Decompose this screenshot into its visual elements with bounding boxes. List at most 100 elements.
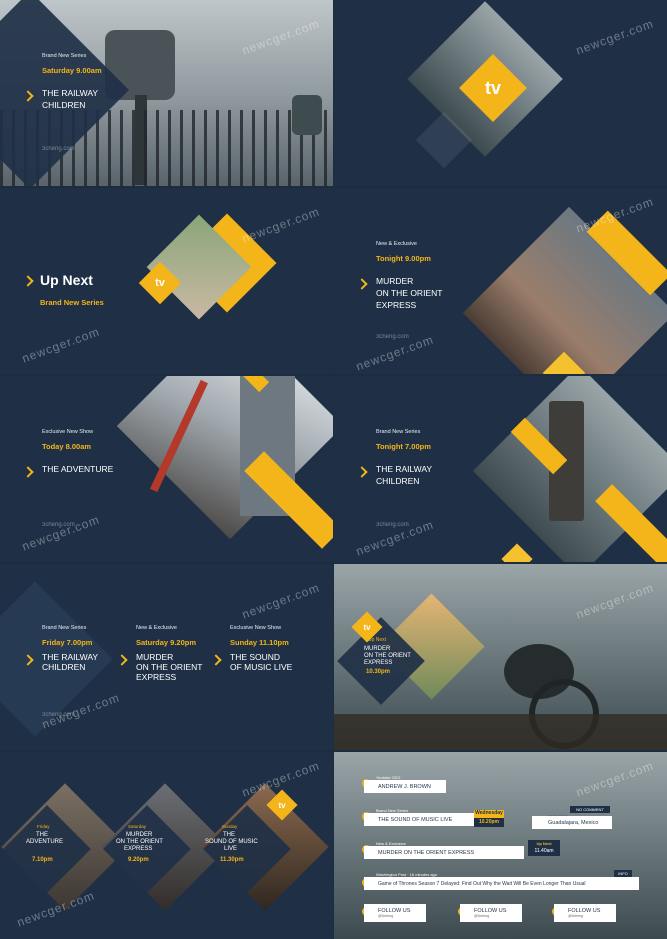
tv-logo: tv	[459, 54, 527, 122]
col3-line2: SOUND OF MUSIC	[205, 839, 258, 845]
label: New & Exclusive	[376, 241, 417, 247]
row2-bar: THE SOUND OF MUSIC LIVE	[364, 813, 476, 826]
airtime: Today 8.00am	[42, 442, 92, 451]
logo-text: tv	[484, 77, 501, 98]
follow-handle: @3cheng	[568, 914, 584, 918]
tv-logo: tv	[138, 261, 182, 305]
col2-line1: MURDER	[126, 832, 153, 838]
row4-bar: Game of Thrones Season 7 Delayed: Find O…	[364, 877, 639, 890]
watermark: newcger.com	[240, 16, 322, 58]
row2-place-bar: Guadalajara, Mexico	[532, 816, 612, 829]
airtime: 10.30pm	[366, 669, 391, 675]
ground	[334, 714, 667, 750]
show-title-line1: THE RAILWAY	[376, 464, 433, 474]
row4-info-badge: INFO	[614, 870, 632, 877]
show-title-line1: MURDER	[376, 276, 414, 286]
col1-line2: ADVENTURE	[26, 839, 64, 845]
watermark: newcger.com	[240, 204, 322, 246]
row2-text: THE SOUND OF MUSIC LIVE	[378, 816, 453, 823]
follow-bar-2: FOLLOW US @3cheng	[460, 904, 522, 922]
row2-day-badge: Wednesday	[474, 810, 504, 818]
row4-text: Game of Thrones Season 7 Delayed: Find O…	[378, 880, 586, 887]
show-title-line2: ON THE ORIENT	[376, 288, 443, 298]
airtime: Tonight 9.00pm	[376, 254, 431, 263]
panel-railway-children-saturday: Brand New Series Saturday 9.00am THE RAI…	[0, 0, 333, 186]
logo-text: tv	[155, 277, 165, 289]
row3-text: MURDER ON THE ORIENT EXPRESS	[378, 849, 475, 856]
chevron-right-icon	[356, 278, 368, 290]
col3-label: Exclusive New Show	[230, 625, 282, 631]
col3-time: 11.30pm	[220, 857, 244, 863]
logo-text: tv	[363, 622, 371, 632]
panel-foggy-cannon-up-next: tv Up Next MURDER ON THE ORIENT EXPRESS …	[334, 564, 667, 750]
follow-bar-3: FOLLOW US @3cheng	[554, 904, 616, 922]
col1-line1: THE	[36, 832, 48, 838]
watermark: newcger.com	[574, 16, 656, 58]
col1-day: Friday	[37, 824, 50, 829]
logo-text: tv	[278, 800, 286, 810]
show-title-line2: CHILDREN	[376, 476, 420, 486]
label: Brand New Series	[376, 429, 421, 435]
up-next-title: Up Next	[40, 272, 93, 288]
label: Exclusive New Show	[42, 429, 94, 435]
panel-the-adventure: Exclusive New Show Today 8.00am THE ADVE…	[0, 376, 333, 562]
follow-handle: @3cheng	[474, 914, 490, 918]
col2-line3: EXPRESS	[136, 672, 177, 682]
row3-up-next-badge: Up Next	[528, 840, 560, 847]
col3-time: Sunday 11.10pm	[230, 638, 289, 647]
show-line3: EXPRESS	[364, 660, 393, 666]
chevron-right-icon	[210, 654, 222, 666]
show-title: THE ADVENTURE	[42, 464, 114, 474]
panel-three-schedule: Brand New Series Friday 7.00pm THE RAILW…	[0, 564, 333, 750]
col1-time: 7.10pm	[32, 857, 53, 863]
col2-time: Saturday 9.20pm	[136, 638, 197, 647]
panel-railway-children-tonight: Brand New Series Tonight 7.00pm THE RAIL…	[334, 376, 667, 562]
chevron-right-icon	[22, 466, 34, 478]
watermark: newcger.com	[20, 324, 102, 366]
up-next-label: Up Next	[368, 637, 387, 643]
airtime: Saturday 9.00am	[42, 66, 102, 75]
watermark: newcger.com	[574, 580, 656, 622]
row1-text: ANDREW J. BROWN	[378, 783, 431, 790]
panel-logo-reveal: tv newcger.com	[334, 0, 667, 186]
row2-place: Guadalajara, Mexico	[548, 819, 599, 826]
col1-time: Friday 7.00pm	[42, 638, 93, 647]
row3-time: 11.40am	[528, 847, 560, 856]
show-line2: ON THE ORIENT	[364, 653, 411, 659]
watermark: newcger.com	[574, 758, 656, 800]
col1-label: Brand New Series	[42, 625, 87, 631]
col1-line2: CHILDREN	[42, 662, 86, 672]
video-template-preview-grid: Brand New Series Saturday 9.00am THE RAI…	[0, 0, 667, 939]
yellow-diamond-small	[501, 543, 533, 562]
col3-line1: THE	[223, 832, 235, 838]
col2-day: Saturday	[128, 824, 147, 829]
tv-logo: tv	[266, 789, 298, 821]
panel-lower-thirds: Youtube CEO ANDREW J. BROWN Brand New Se…	[334, 752, 667, 939]
col3-day: Sunday	[222, 824, 238, 829]
row1-bar: ANDREW J. BROWN	[364, 780, 446, 793]
col2-label: New & Exclusive	[136, 625, 177, 631]
panel-murder-orient-tonight: New & Exclusive Tonight 9.00pm MURDER ON…	[334, 188, 667, 374]
up-next-subtitle: Brand New Series	[40, 298, 104, 307]
col3-line3: LIVE	[224, 846, 238, 852]
brand-mark: 3cheng.com	[376, 334, 409, 340]
col2-line3: EXPRESS	[124, 846, 153, 852]
chevron-right-icon	[116, 654, 128, 666]
row2-time: 10.20pm	[474, 818, 504, 827]
col2-line2: ON THE ORIENT	[116, 839, 163, 845]
second-viewer-image	[292, 95, 322, 135]
street-image-diamond	[462, 206, 667, 374]
chevron-right-icon	[356, 466, 368, 478]
show-line1: MURDER	[364, 646, 391, 652]
show-title-line3: EXPRESS	[376, 300, 417, 310]
follow-handle: @3cheng	[378, 914, 394, 918]
brand-mark: 3cheng.com	[42, 146, 75, 152]
col2-time: 9.20pm	[128, 857, 149, 863]
chevron-right-icon	[22, 275, 34, 287]
follow-bar-1: FOLLOW US @3cheng	[364, 904, 426, 922]
watermark: newcger.com	[240, 580, 322, 622]
panel-up-next: tv Up Next Brand New Series newcger.com …	[0, 188, 333, 374]
label: Brand New Series	[42, 53, 87, 59]
show-title-line1: THE RAILWAY	[42, 88, 99, 98]
row3-bar: MURDER ON THE ORIENT EXPRESS	[364, 846, 524, 859]
